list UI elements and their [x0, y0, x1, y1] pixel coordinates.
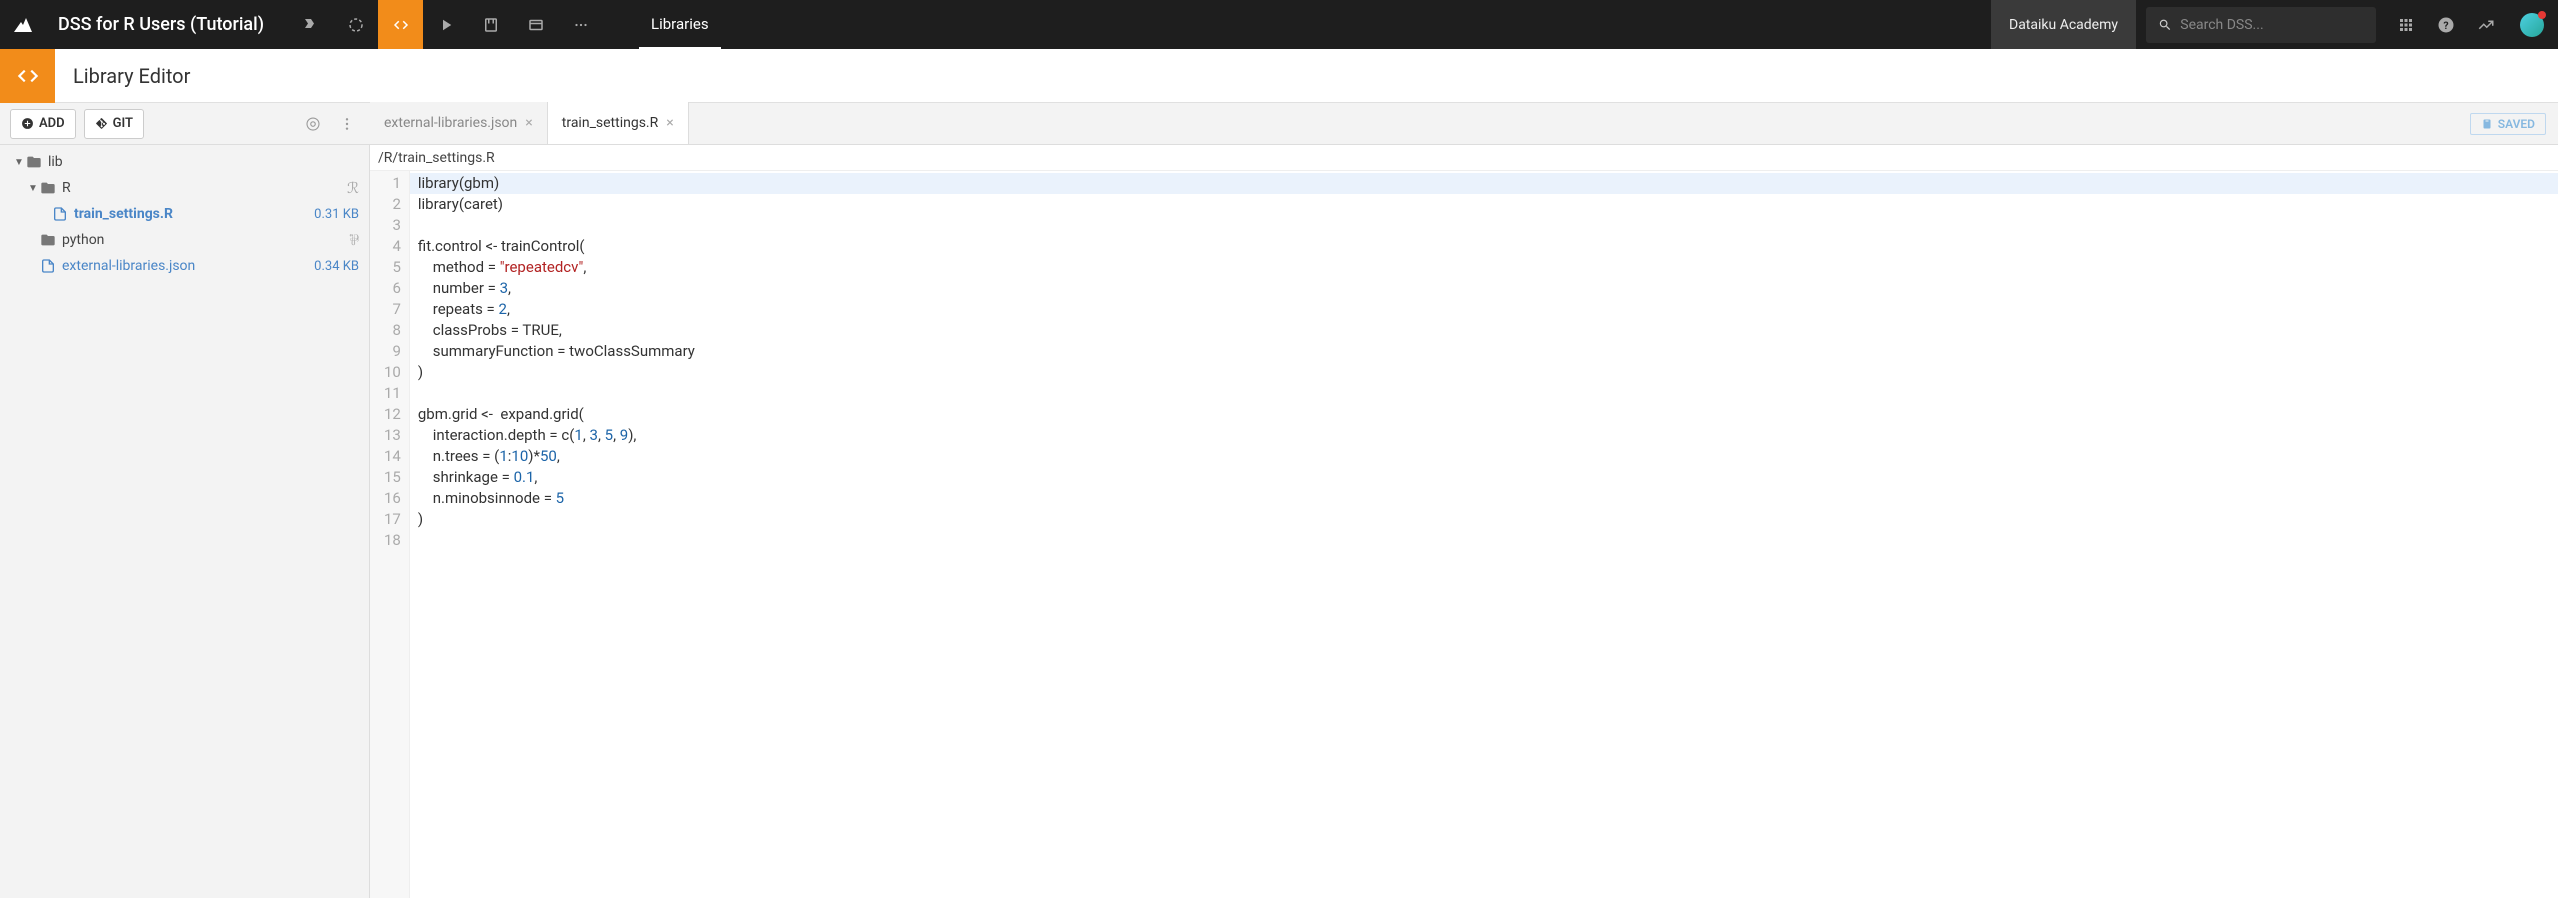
save-nav-icon[interactable] — [468, 0, 513, 49]
line-number-gutter: 123456789101112131415161718 — [370, 171, 410, 898]
code-page-icon — [0, 49, 55, 103]
folder-icon — [40, 232, 56, 248]
user-avatar[interactable] — [2520, 13, 2544, 37]
nav-icon-group — [288, 0, 603, 49]
current-page-label[interactable]: Libraries — [639, 0, 721, 49]
code-nav-icon[interactable] — [378, 0, 423, 49]
layout-nav-icon[interactable] — [513, 0, 558, 49]
folder-icon — [26, 154, 42, 170]
folder-icon — [40, 180, 56, 196]
more-nav-icon[interactable] — [558, 0, 603, 49]
toolbar-left: ADD GIT — [0, 103, 370, 144]
file-icon — [40, 258, 56, 274]
flow-icon[interactable] — [288, 0, 333, 49]
code-editor: /R/train_settings.R 12345678910111213141… — [370, 145, 2558, 898]
tree-file-train-settings[interactable]: train_settings.R 0.31 KB — [0, 201, 369, 227]
saved-indicator: SAVED — [2470, 113, 2546, 135]
close-icon[interactable]: × — [525, 115, 532, 131]
circle-nav-icon[interactable] — [333, 0, 378, 49]
locate-icon[interactable] — [300, 111, 326, 137]
tree-file-external-libraries[interactable]: external-libraries.json 0.34 KB — [0, 253, 369, 279]
tree-folder-python[interactable]: python ⅌ — [0, 227, 369, 253]
tab-train-settings[interactable]: train_settings.R× — [548, 102, 689, 144]
sidebar-more-icon[interactable] — [334, 111, 360, 137]
git-button[interactable]: GIT — [84, 109, 144, 139]
project-name[interactable]: DSS for R Users (Tutorial) — [46, 14, 276, 35]
add-button[interactable]: ADD — [10, 109, 76, 139]
file-icon — [52, 206, 68, 222]
editor-tabs: external-libraries.json× train_settings.… — [370, 103, 2558, 144]
code-area[interactable]: 123456789101112131415161718 library(gbm)… — [370, 171, 2558, 898]
tab-external-libraries[interactable]: external-libraries.json× — [370, 102, 548, 144]
chevron-down-icon: ▼ — [14, 157, 24, 168]
page-subheader: Library Editor — [0, 49, 2558, 103]
chevron-down-icon: ▼ — [28, 183, 38, 194]
search-box[interactable] — [2146, 7, 2376, 43]
app-logo[interactable] — [0, 0, 46, 49]
academy-button[interactable]: Dataiku Academy — [1991, 0, 2136, 49]
tree-folder-r[interactable]: ▼ R ℛ — [0, 175, 369, 201]
close-icon[interactable]: × — [666, 115, 673, 131]
code-content[interactable]: library(gbm)library(caret) fit.control <… — [410, 171, 2558, 898]
top-navbar: DSS for R Users (Tutorial) Libraries Dat… — [0, 0, 2558, 49]
python-lang-icon: ⅌ — [349, 230, 359, 250]
file-size: 0.31 KB — [314, 207, 359, 222]
apps-icon[interactable] — [2386, 0, 2426, 49]
svg-text:?: ? — [2443, 18, 2448, 31]
search-icon — [2158, 17, 2172, 33]
search-input[interactable] — [2180, 17, 2364, 33]
editor-filepath: /R/train_settings.R — [370, 145, 2558, 171]
editor-toolbar: ADD GIT external-libraries.json× train_s… — [0, 103, 2558, 145]
page-title: Library Editor — [73, 64, 190, 88]
tree-folder-lib[interactable]: ▼ lib — [0, 149, 369, 175]
file-size: 0.34 KB — [314, 259, 359, 274]
help-icon[interactable]: ? — [2426, 0, 2466, 49]
file-tree-sidebar: ▼ lib ▼ R ℛ train_settings.R 0.31 KB pyt… — [0, 145, 370, 898]
activity-icon[interactable] — [2466, 0, 2506, 49]
play-nav-icon[interactable] — [423, 0, 468, 49]
r-lang-icon: ℛ — [347, 179, 359, 197]
